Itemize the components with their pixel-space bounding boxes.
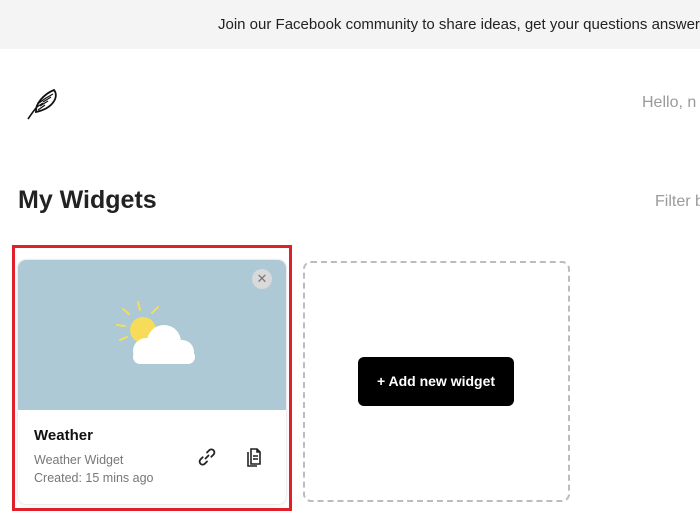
copy-icon[interactable]	[244, 446, 264, 468]
page-title: My Widgets	[18, 186, 157, 214]
link-icon[interactable]	[196, 446, 218, 468]
add-new-widget-button[interactable]: + Add new widget	[358, 357, 514, 406]
widget-type: Weather Widget	[34, 453, 124, 467]
widget-created-time: Created: 15 mins ago	[34, 471, 154, 485]
filter-control[interactable]: Filter b	[655, 193, 700, 211]
community-banner[interactable]: Join our Facebook community to share ide…	[0, 0, 700, 49]
feather-icon[interactable]	[24, 86, 60, 122]
sun-cloud-icon	[110, 300, 200, 370]
widget-name: Weather	[34, 427, 93, 444]
banner-text: Join our Facebook community to share ide…	[218, 16, 700, 33]
widget-card-weather[interactable]: ✕ Weather Weather Widget Created: 15 min…	[18, 260, 286, 504]
user-greeting[interactable]: Hello, n	[642, 94, 696, 112]
remove-widget-button[interactable]: ✕	[252, 269, 272, 289]
widget-preview[interactable]: ✕	[18, 260, 286, 410]
